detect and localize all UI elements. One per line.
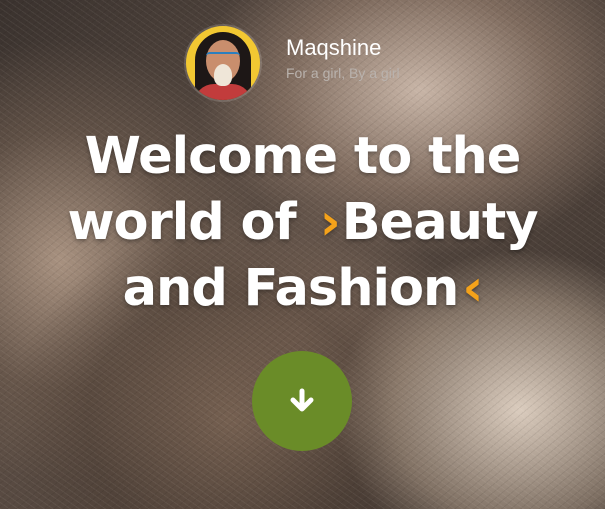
headline-line-2: world of ›Beauty xyxy=(0,190,605,256)
site-tagline: For a girl, By a girl xyxy=(286,65,400,81)
chevron-left-icon: ‹ xyxy=(462,259,483,318)
hero-headline: Welcome to the world of ›Beauty and Fashi… xyxy=(0,124,605,322)
site-branding: Maqshine For a girl, By a girl xyxy=(286,34,400,82)
avatar[interactable] xyxy=(186,26,260,100)
site-title[interactable]: Maqshine xyxy=(286,34,400,62)
headline-line-1: Welcome to the xyxy=(84,127,522,186)
site-header: Maqshine For a girl, By a girl xyxy=(186,26,400,100)
hero-section: Maqshine For a girl, By a girl Welcome t… xyxy=(0,0,605,509)
headline-and-fashion: and Fashion xyxy=(122,259,460,318)
chevron-right-icon: › xyxy=(319,193,341,252)
headline-line-3: and Fashion‹ xyxy=(0,256,605,322)
headline-beauty: Beauty xyxy=(341,193,539,252)
scroll-down-button[interactable] xyxy=(252,351,352,451)
arrow-down-icon xyxy=(290,388,314,412)
headline-world-of: world of xyxy=(67,193,296,252)
